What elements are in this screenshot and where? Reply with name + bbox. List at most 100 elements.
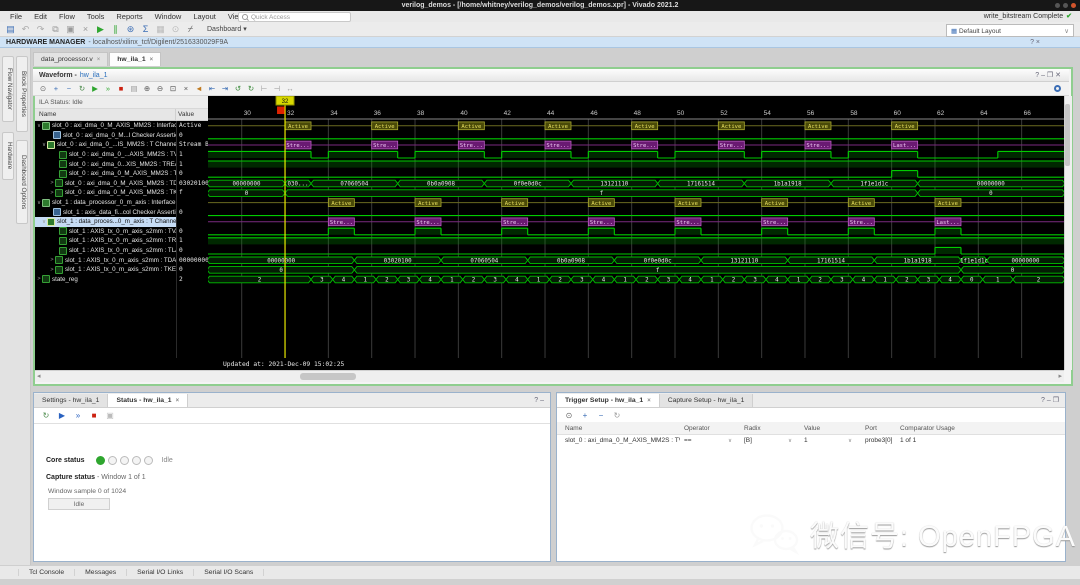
close-icon[interactable]: × [97, 57, 101, 63]
waveform-titlebar[interactable]: Waveform - hw_ila_1 ? ‒ ❐ ✕ [33, 69, 1069, 82]
search-icon[interactable]: ⊙ [37, 84, 49, 93]
close-icon[interactable] [1071, 3, 1076, 8]
signal-row[interactable]: slot_1 : AXIS_tx_0_m_axis_s2mm : TREADY [35, 236, 176, 246]
status-tab-status-hw-ila-1[interactable]: Status - hw_ila_1× [108, 394, 188, 407]
window-titlebar[interactable]: verilog_demos - [/home/whitney/verilog_d… [0, 0, 1080, 11]
menu-item-reports[interactable]: Reports [110, 12, 148, 21]
add-probe-icon[interactable]: + [50, 84, 62, 93]
stop-trigger-icon[interactable]: ■ [115, 84, 127, 93]
signal-row[interactable]: slot_0 : axi_dma_0_...AXIS_MM2S : TVALID [35, 150, 176, 160]
copy-icon[interactable]: ⧉ [49, 24, 62, 35]
trigger-header-comparator-usage[interactable]: Comparator Usage [900, 422, 1020, 434]
waveform-settings-gear-icon[interactable] [1054, 85, 1061, 92]
close-icon[interactable]: × [176, 398, 180, 404]
trigger-header-port[interactable]: Port [865, 422, 898, 434]
rail-tab-block-properties[interactable]: Block Properties [16, 56, 28, 132]
waveform-window-controls[interactable]: ? ‒ ❐ ✕ [1035, 71, 1061, 79]
delete-icon[interactable]: × [79, 24, 92, 35]
trigger-table-row[interactable]: slot_0 : axi_dma_0_M_AXIS_MM2S : TVALID … [557, 434, 1065, 447]
signal-row[interactable]: ∨slot_1 : data_proces...0_m_axis : T Cha… [35, 217, 176, 227]
panel-window-controls[interactable]: ? ‒ ❐ [1041, 396, 1065, 404]
signal-row[interactable]: ∨slot_1 : data_processor_0_m_axis : Inte… [35, 198, 176, 208]
hardware-bar-controls[interactable]: ? × [1030, 39, 1040, 46]
signal-name-list[interactable]: ∨slot_0 : axi_dma_0_M_AXIS_MM2S : Interf… [35, 121, 176, 358]
maximize-icon[interactable] [1063, 3, 1068, 8]
undo-icon[interactable]: ↶ [19, 24, 32, 35]
refresh-icon[interactable]: ↻ [76, 84, 88, 93]
rail-tab-hardware[interactable]: Hardware [2, 132, 14, 180]
signal-row[interactable]: slot_1 : AXIS_tx_0_m_axis_s2mm : TVALID [35, 227, 176, 237]
zoom-out-icon[interactable]: ⊖ [154, 84, 166, 93]
signal-row[interactable]: slot_0 : axi_dma_0...XIS_MM2S : TREADY [35, 159, 176, 169]
scroll-left-icon[interactable]: ◂ [37, 372, 41, 380]
status-tab-settings-hw-ila-1[interactable]: Settings - hw_ila_1 [34, 394, 108, 407]
scroll-right-icon[interactable]: ▸ [1058, 372, 1062, 380]
add-probe-icon[interactable]: + [579, 411, 591, 420]
trigger-header-operator[interactable]: Operator [684, 422, 736, 434]
signal-row[interactable]: >slot_0 : axi_dma_0_M_AXIS_MM2S : TKEEP [35, 188, 176, 198]
editor-tab-hw_ila_1[interactable]: hw_ila_1× [109, 52, 161, 66]
expand-window-icon[interactable]: ↔ [284, 84, 296, 93]
vertical-scroll-thumb[interactable] [1065, 104, 1070, 166]
menu-item-layout[interactable]: Layout [187, 12, 222, 21]
sum-icon[interactable]: Σ [139, 24, 152, 35]
waveform-svg[interactable]: 30323436384042444648505254565860626466Ac… [208, 96, 1064, 358]
console-tab-tcl-console[interactable]: Tcl Console [18, 569, 75, 576]
search-icon[interactable]: ⊙ [563, 411, 575, 420]
goto-time-0-icon[interactable]: ◄ [193, 84, 205, 93]
quick-access-search[interactable]: Quick Access [238, 12, 351, 22]
signal-row[interactable]: slot_1 : axis_data_fi...col Checker Asse… [35, 207, 176, 217]
minimize-icon[interactable] [1055, 3, 1060, 8]
signal-row[interactable]: slot_1 : AXIS_tx_0_m_axis_s2mm : TLAST [35, 246, 176, 256]
run-immediate-icon[interactable]: » [102, 84, 114, 93]
horizontal-scrollbar[interactable]: ◂ ▸ [35, 370, 1064, 382]
export-data-icon[interactable]: ▤ [128, 84, 140, 93]
signal-row[interactable]: ∨slot_0 : axi_dma_0_M_AXIS_MM2S : Interf… [35, 121, 176, 131]
trigger-radix-select[interactable]: [B] ∨ [744, 434, 796, 447]
remove-probe-icon[interactable]: − [63, 84, 75, 93]
relink-icon[interactable]: ↻ [245, 84, 257, 93]
trigger-position-marker[interactable] [277, 107, 285, 115]
export-icon[interactable]: ▣ [104, 411, 116, 420]
rail-tab-flow-navigator[interactable]: Flow Navigator [2, 56, 14, 122]
signal-row[interactable]: >slot_1 : AXIS_tx_0_m_axis_s2mm : TDATA [35, 255, 176, 265]
menu-item-edit[interactable]: Edit [28, 12, 53, 21]
zoom-fit-icon[interactable]: ⊡ [167, 84, 179, 93]
run-immediate-icon[interactable]: » [72, 411, 84, 420]
trigger-tab-trigger-setup-hw-ila-1[interactable]: Trigger Setup - hw_ila_1× [557, 394, 660, 407]
trigger-header-radix[interactable]: Radix [744, 422, 796, 434]
trigger-value-select[interactable]: 1 ∨ [804, 434, 856, 447]
signal-value-list[interactable]: Active0Stream Beat11003020100f0010000000… [176, 121, 209, 358]
trigger-header-name[interactable]: Name [565, 422, 680, 434]
stop-icon[interactable]: ■ [88, 411, 100, 420]
settings-gear-icon[interactable]: ⊛ [124, 24, 137, 35]
prev-transition-icon[interactable]: ⇤ [206, 84, 218, 93]
swap-icon[interactable]: ↺ [232, 84, 244, 93]
report-icon[interactable]: ▦ [154, 24, 167, 35]
run-trigger-icon[interactable]: ▶ [56, 411, 68, 420]
pause-icon[interactable]: ∥ [109, 24, 122, 35]
paste-icon[interactable]: ▣ [64, 24, 77, 35]
trigger-tab-capture-setup-hw-ila-1[interactable]: Capture Setup - hw_ila_1 [660, 394, 754, 407]
console-tab-messages[interactable]: Messages [75, 569, 127, 576]
dashboard-menu[interactable]: Dashboard ▾ [207, 25, 247, 33]
refresh-icon[interactable]: ↻ [40, 411, 52, 420]
console-tab-serial-i-o-links[interactable]: Serial I/O Links [127, 569, 194, 576]
pointer-mode-icon[interactable]: × [180, 84, 192, 93]
redo-icon[interactable]: ↷ [34, 24, 47, 35]
panel-window-controls[interactable]: ? ‒ [534, 397, 550, 404]
name-column-header[interactable]: Name [35, 109, 176, 120]
signal-row[interactable]: >slot_0 : axi_dma_0_M_AXIS_MM2S : TDATA [35, 179, 176, 189]
save-icon[interactable]: ▤ [4, 24, 17, 35]
signal-row[interactable]: ∨slot_0 : axi_dma_0_...IS_MM2S : T Chann… [35, 140, 176, 150]
value-column-header[interactable]: Value [176, 109, 208, 120]
next-transition-icon[interactable]: ⇥ [219, 84, 231, 93]
run-icon[interactable]: ▶ [94, 24, 107, 35]
horizontal-scroll-thumb[interactable] [300, 373, 356, 380]
menu-item-window[interactable]: Window [149, 12, 188, 21]
signal-row[interactable]: >slot_1 : AXIS_tx_0_m_axis_s2mm : TKEEP [35, 265, 176, 275]
rail-tab-dashboard-options[interactable]: Dashboard Options [16, 140, 28, 224]
edit-icon[interactable]: ⊙ [169, 24, 182, 35]
console-tab-serial-i-o-scans[interactable]: Serial I/O Scans [194, 569, 264, 576]
signal-row[interactable]: >state_reg [35, 275, 176, 285]
